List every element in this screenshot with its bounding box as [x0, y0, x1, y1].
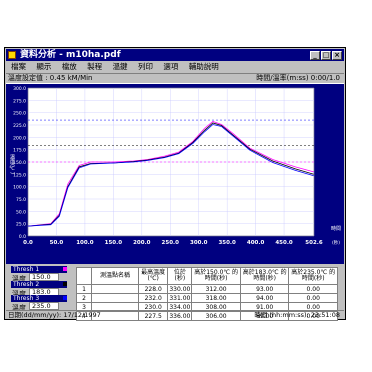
chart-svg: 0.0 25.0 50.0 75.0 100.0 125.0 150.0 175.0 200.0…: [9, 86, 341, 246]
menu-item-options[interactable]: 選項: [163, 62, 178, 71]
time-rate-label: 時間/溫率(m:ss) 0:00/1.0: [256, 74, 340, 82]
cell-above-t1: 318.00: [191, 293, 241, 303]
thresh-2-title: Thresh 2: [11, 281, 67, 288]
cell-index: 2: [76, 293, 92, 303]
cell-index: 1: [76, 284, 92, 294]
x-axis-label: 時間: [331, 226, 341, 232]
app-window: 資料分析 - m10ha.pdf _ □ × 檔案 顯示 檔放 製程 溫鍵 列印…: [4, 47, 346, 321]
x-tick-label: 100.0: [76, 240, 94, 246]
title-bar: 資料分析 - m10ha.pdf _ □ ×: [6, 49, 344, 61]
thresh-1-title: Thresh 1: [11, 266, 67, 273]
cell-peak: 228.0: [137, 284, 169, 294]
y-tick-label: 150.0: [13, 160, 26, 166]
menu-item-view[interactable]: 顯示: [36, 62, 51, 71]
menu-item-help[interactable]: 輔助說明: [189, 62, 219, 71]
x-tick-label: 300.0: [190, 240, 208, 246]
thresh-3-input[interactable]: 235.0: [29, 302, 59, 310]
y-axis-label: 溫度(℃): [9, 153, 15, 174]
y-tick-label: 125.0: [13, 172, 26, 178]
thresh-2-panel: Thresh 2 溫度 183.0: [9, 281, 71, 298]
y-tick-label: 225.0: [13, 123, 26, 129]
menu-item-file[interactable]: 檔案: [11, 62, 26, 71]
menu-bar: 檔案 顯示 檔放 製程 溫鍵 列印 選項 輔助說明: [6, 62, 344, 72]
table-row[interactable]: 1 228.0 330.00 312.00 93.00 0.00: [76, 284, 338, 294]
y-tick-label: 75.0: [16, 197, 26, 203]
x-tick-label: 502.6: [305, 240, 323, 246]
col-header-above-t1: 高於150.0℃ 的時間(秒): [191, 267, 241, 285]
x-tick-label: 0.0: [23, 240, 33, 246]
cell-above-t1: 312.00: [191, 284, 241, 294]
x-tick-label: 250.0: [162, 240, 180, 246]
cell-peak: 232.0: [137, 293, 169, 303]
app-icon: [8, 51, 16, 59]
table-header-row: 測溫點名稱 最高溫度 (℃) 位於 (秒) 高於150.0℃ 的時間(秒) 高於…: [76, 267, 338, 285]
cell-name: [91, 284, 139, 294]
status-time: 時間 (hh:mm:ss): 23:51:08: [254, 311, 340, 319]
y-tick-label: 250.0: [13, 111, 26, 117]
col-header-above-t3: 高於235.0℃ 的時間(秒): [288, 267, 338, 285]
y-tick-label: 25.0: [16, 222, 26, 228]
cell-name: [91, 293, 139, 303]
col-header-peak: 最高溫度 (℃): [137, 267, 169, 285]
menu-item-print[interactable]: 列印: [138, 62, 153, 71]
y-tick-label: 175.0: [13, 148, 26, 154]
menu-item-temp[interactable]: 溫鍵: [113, 62, 128, 71]
window-title: 資料分析 - m10ha.pdf: [20, 50, 121, 60]
col-header-time: 位於 (秒): [167, 267, 193, 285]
x-tick-label: 400.0: [247, 240, 265, 246]
y-tick-label: 275.0: [13, 98, 26, 104]
thresh-1-panel: Thresh 1 溫度 150.0: [9, 266, 71, 283]
info-bar: 溫度設定值 : 0.45 kM/Min 時間/溫率(m:ss) 0:00/1.0: [6, 73, 344, 84]
thresh-3-color-swatch: [63, 296, 67, 300]
menu-item-zoom[interactable]: 檔放: [62, 62, 77, 71]
y-tick-label: 100.0: [13, 185, 26, 191]
y-tick-label: 300.0: [13, 86, 26, 92]
thresh-1-color-swatch: [63, 267, 67, 271]
rate-setting-label: 溫度設定值 : 0.45 kM/Min: [8, 74, 93, 82]
minimize-button[interactable]: _: [310, 51, 320, 60]
maximize-button[interactable]: □: [321, 51, 331, 60]
x-axis-unit: (秒): [332, 239, 340, 246]
x-tick-label: 200.0: [133, 240, 151, 246]
profile-chart[interactable]: 0.0 25.0 50.0 75.0 100.0 125.0 150.0 175.0 200.0…: [6, 84, 344, 264]
status-bar: 日期(dd/mm/yy): 17/12/1997 時間 (hh:mm:ss): …: [6, 310, 344, 320]
col-header-name: 測溫點名稱: [91, 267, 139, 285]
thresh-3-title: Thresh 3: [11, 295, 67, 302]
x-tick-label: 450.0: [275, 240, 293, 246]
x-tick-label: 50.0: [50, 240, 64, 246]
cell-above-t3: 0.00: [288, 293, 338, 303]
table-row[interactable]: 2 232.0 331.00 318.00 94.00 0.00: [76, 293, 338, 303]
menu-item-process[interactable]: 製程: [87, 62, 102, 71]
x-tick-label: 150.0: [105, 240, 123, 246]
thresh-1-input[interactable]: 150.0: [29, 273, 59, 281]
y-tick-label: 50.0: [16, 209, 26, 215]
close-button[interactable]: ×: [332, 51, 342, 60]
cell-above-t3: 0.00: [288, 284, 338, 294]
bottom-panel: Thresh 1 溫度 150.0 Thresh 2 溫度 183.0 Thre…: [6, 265, 344, 321]
cell-above-t2: 94.00: [239, 293, 290, 303]
y-tick-label: 200.0: [13, 135, 26, 141]
cell-above-t2: 93.00: [239, 284, 290, 294]
cell-time: 330.00: [167, 284, 193, 294]
x-tick-label: 350.0: [218, 240, 236, 246]
col-header-above-t2: 高於183.0℃ 的時間(秒): [239, 267, 290, 285]
status-date: 日期(dd/mm/yy): 17/12/1997: [8, 311, 101, 319]
col-header-index: [76, 267, 92, 285]
thresh-2-color-swatch: [63, 282, 67, 286]
thresh-3-panel: Thresh 3 溫度 235.0: [9, 295, 71, 312]
cell-time: 331.00: [167, 293, 193, 303]
